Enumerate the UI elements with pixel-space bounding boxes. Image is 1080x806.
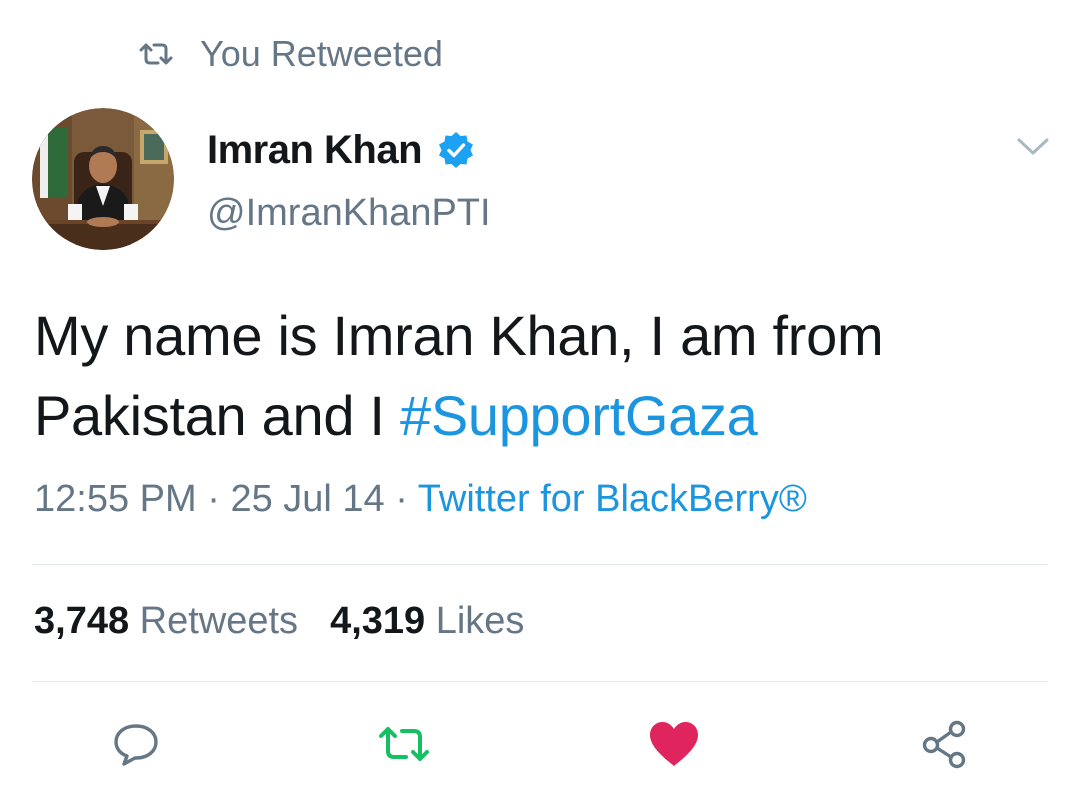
divider [32, 564, 1048, 565]
author-handle[interactable]: @ImranKhanPTI [207, 192, 491, 235]
retweets-stat[interactable]: 3,748 Retweets [34, 600, 298, 642]
retweets-count: 3,748 [34, 600, 130, 642]
retweet-icon [139, 43, 173, 65]
likes-label: Likes [425, 600, 525, 642]
meta-separator: · [196, 478, 231, 520]
retweet-icon [379, 727, 429, 761]
verified-badge-icon [439, 132, 474, 168]
like-button[interactable] [646, 716, 702, 772]
profile-photo [32, 108, 174, 250]
tweet-text: My name is Imran Khan, I am from Pakista… [34, 296, 1054, 456]
author-name-row: Imran Khan [207, 124, 491, 176]
likes-stat[interactable]: 4,319 Likes [330, 600, 524, 642]
heart-icon [650, 722, 698, 766]
chevron-down-icon[interactable] [1016, 136, 1050, 158]
meta-separator: · [384, 478, 418, 520]
author-name[interactable]: Imran Khan [207, 128, 423, 173]
tweet-stats: 3,748 Retweets 4,319 Likes [34, 600, 524, 643]
share-icon [922, 720, 966, 769]
hashtag-link[interactable]: #SupportGaza [400, 384, 758, 447]
share-button[interactable] [916, 716, 972, 772]
likes-count: 4,319 [330, 600, 426, 642]
tweet-date: 25 Jul 14 [230, 478, 385, 520]
action-bar [0, 716, 1080, 776]
avatar[interactable] [32, 108, 174, 250]
divider [32, 681, 1048, 682]
author-block: Imran Khan @ImranKhanPTI [207, 124, 491, 235]
retweet-context-label: You Retweeted [200, 33, 443, 74]
reply-icon [114, 724, 158, 766]
reply-button[interactable] [108, 716, 164, 772]
retweets-label: Retweets [129, 600, 299, 642]
tweet-meta: 12:55 PM · 25 Jul 14 · Twitter for Black… [34, 478, 807, 521]
retweet-button[interactable] [376, 716, 432, 772]
tweet-source-link[interactable]: Twitter for BlackBerry® [418, 478, 807, 520]
tweet-time: 12:55 PM [34, 478, 197, 520]
retweet-context: You Retweeted [138, 30, 443, 78]
